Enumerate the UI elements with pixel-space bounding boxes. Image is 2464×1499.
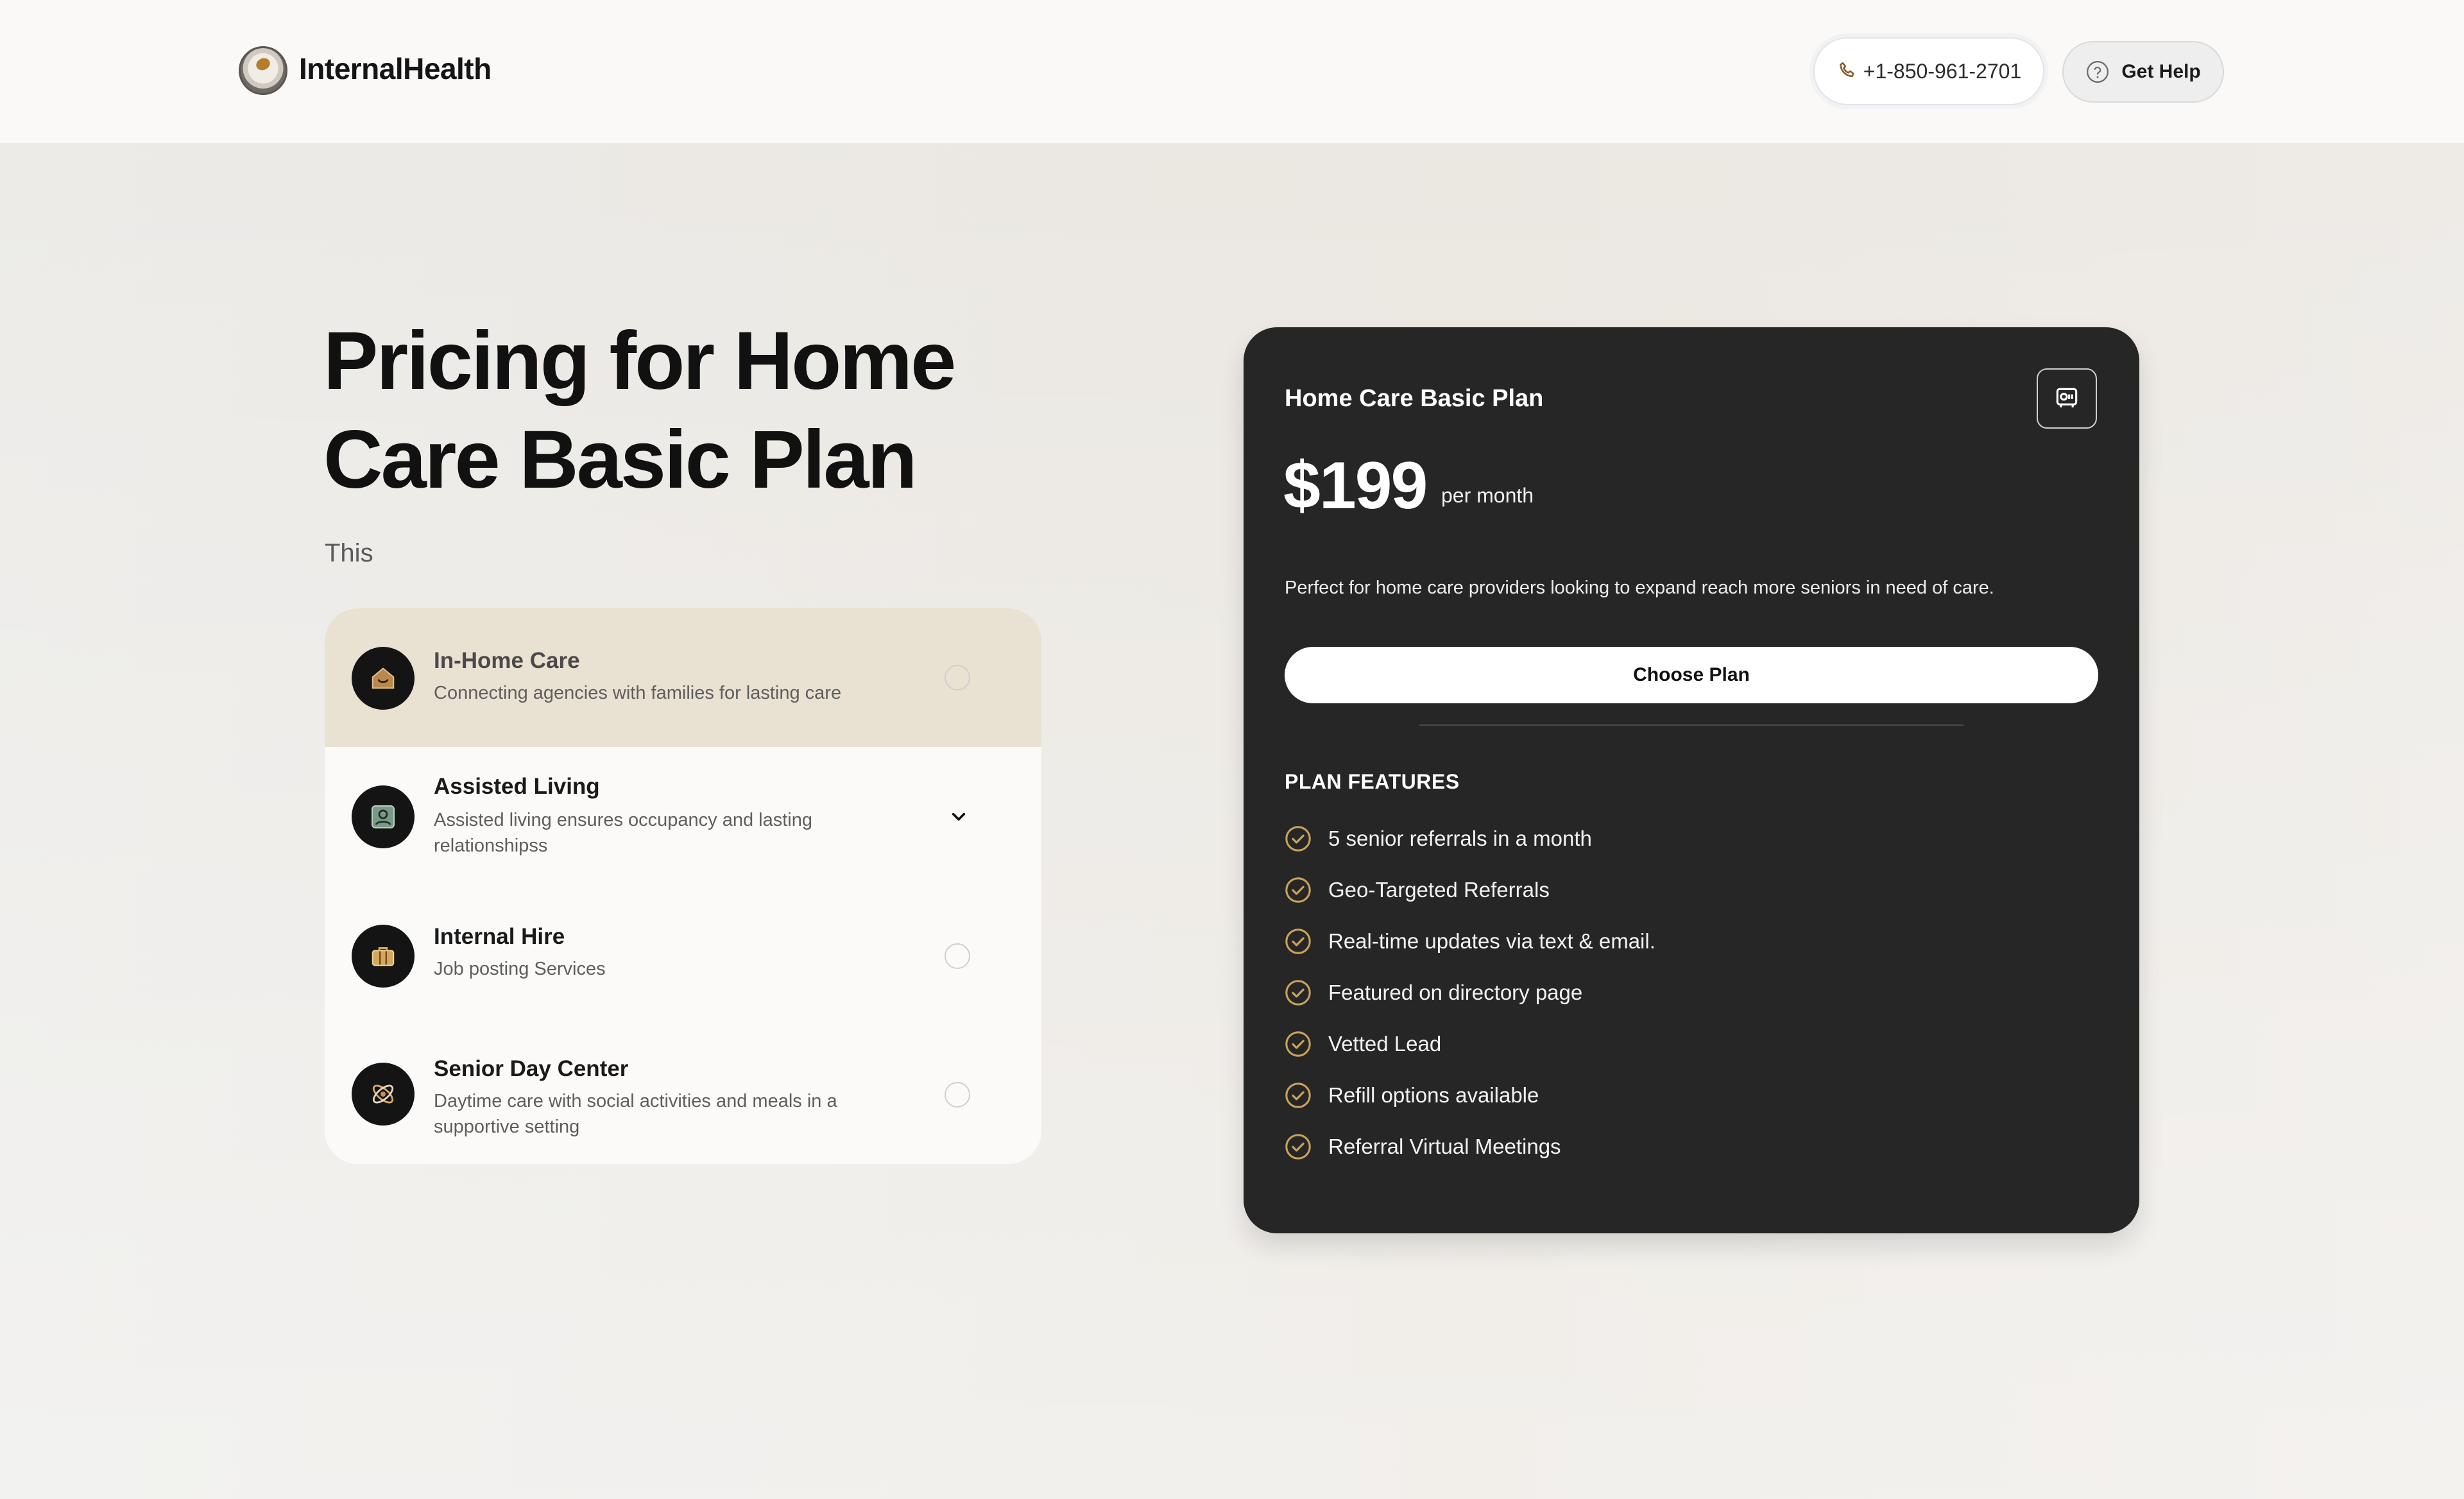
- check-circle-icon: [1285, 1083, 1311, 1108]
- get-help-button[interactable]: Get Help: [2062, 41, 2224, 103]
- feature-label: Featured on directory page: [1328, 981, 1583, 1004]
- service-description: Connecting agencies with families for la…: [434, 683, 842, 703]
- plan-card: Home Care Basic Plan $199 per month Perf…: [1244, 327, 2139, 1233]
- logo-icon[interactable]: [239, 46, 287, 95]
- feature-item: Geo-Targeted Referrals: [1283, 875, 1550, 905]
- plan-period: per month: [1441, 484, 1534, 507]
- service-name: Assisted Living: [434, 774, 600, 799]
- service-radio[interactable]: [945, 943, 970, 969]
- briefcase-icon: [352, 925, 415, 988]
- help-circle-icon: [2087, 61, 2109, 83]
- feature-label: Referral Virtual Meetings: [1328, 1135, 1561, 1158]
- service-option-in-home-care[interactable]: In-Home Care Connecting agencies with fa…: [325, 608, 1041, 747]
- chevron-down-icon[interactable]: [946, 803, 971, 829]
- check-circle-icon: [1285, 929, 1311, 954]
- check-circle-icon: [1285, 1031, 1311, 1057]
- atom-icon: [352, 1063, 415, 1126]
- phone-button[interactable]: +1-850-961-2701: [1813, 37, 2044, 105]
- top-nav: InternalHealth +1-850-961-2701 Get Help: [0, 0, 2464, 144]
- service-radio[interactable]: [945, 1082, 970, 1108]
- plan-price: $199: [1283, 449, 1428, 523]
- feature-label: Geo-Targeted Referrals: [1328, 878, 1550, 902]
- page-title: Pricing for Home Care Basic Plan: [323, 312, 1093, 510]
- feature-item: Referral Virtual Meetings: [1283, 1132, 1561, 1161]
- choose-plan-button[interactable]: Choose Plan: [1285, 647, 2098, 703]
- check-circle-icon: [1285, 1134, 1311, 1160]
- plan-title: Home Care Basic Plan: [1285, 385, 1544, 412]
- service-list: In-Home Care Connecting agencies with fa…: [325, 608, 1041, 1164]
- plan-features-heading: PLAN FEATURES: [1285, 770, 1460, 793]
- get-help-label: Get Help: [2121, 61, 2201, 82]
- service-name: Senior Day Center: [434, 1056, 629, 1081]
- service-description: Assisted living ensures occupancy and la…: [434, 810, 812, 856]
- feature-label: Vetted Lead: [1328, 1032, 1442, 1056]
- service-option-senior-day-center[interactable]: Senior Day Center Daytime care with soci…: [325, 1037, 1041, 1164]
- check-circle-icon: [1285, 877, 1311, 903]
- plan-description: Perfect for home care providers looking …: [1285, 578, 1994, 598]
- feature-item: Vetted Lead: [1283, 1029, 1441, 1059]
- service-option-internal-hire[interactable]: Internal Hire Job posting Services: [325, 898, 1041, 1037]
- service-radio[interactable]: [945, 665, 970, 690]
- page-title-line-2: Care Basic Plan: [323, 414, 918, 506]
- feature-item: Refill options available: [1283, 1081, 1539, 1110]
- feature-label: 5 senior referrals in a month: [1328, 827, 1592, 850]
- home-icon: [352, 647, 415, 710]
- feature-label: Real-time updates via text & email.: [1328, 929, 1656, 953]
- service-name: In-Home Care: [434, 648, 580, 673]
- feature-item: Featured on directory page: [1283, 978, 1582, 1007]
- page-subtitle: This: [325, 539, 373, 567]
- feature-item: Real-time updates via text & email.: [1283, 927, 1656, 956]
- service-name: Internal Hire: [434, 924, 565, 949]
- portrait-icon: [352, 785, 415, 848]
- phone-icon: [1839, 62, 1854, 78]
- divider: [1419, 724, 1964, 726]
- page-title-line-1: Pricing for Home: [323, 315, 956, 407]
- service-description: Daytime care with social activities and …: [434, 1091, 837, 1137]
- service-description: Job posting Services: [434, 959, 606, 979]
- brand-name[interactable]: InternalHealth: [299, 51, 492, 86]
- plan-badge-icon[interactable]: [2037, 368, 2097, 429]
- phone-number: +1-850-961-2701: [1863, 59, 2022, 83]
- check-circle-icon: [1285, 980, 1311, 1006]
- feature-item: 5 senior referrals in a month: [1283, 824, 1592, 853]
- service-option-assisted-living[interactable]: Assisted Living Assisted living ensures …: [325, 747, 1041, 898]
- check-circle-icon: [1285, 826, 1311, 852]
- feature-label: Refill options available: [1328, 1083, 1539, 1107]
